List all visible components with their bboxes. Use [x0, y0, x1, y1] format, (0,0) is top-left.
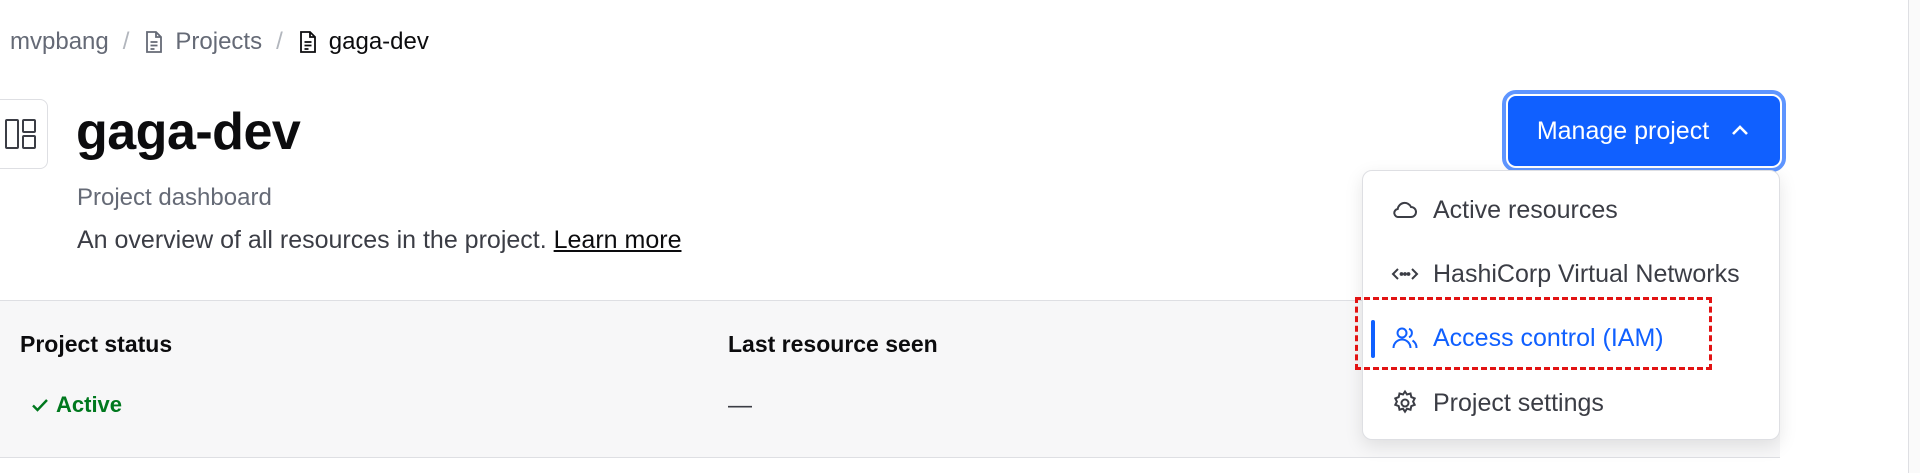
- learn-more-link[interactable]: Learn more: [554, 226, 682, 254]
- menu-item-label: HashiCorp Virtual Networks: [1433, 259, 1740, 288]
- gear-icon: [1393, 389, 1417, 414]
- project-dashboard-page: mvpbang / Projects / gaga-dev gaga-dev P…: [0, 0, 1920, 473]
- users-icon: [1392, 327, 1418, 349]
- layout-icon: [5, 119, 36, 149]
- network-icon: [1391, 268, 1419, 280]
- manage-project-label: Manage project: [1536, 116, 1710, 145]
- breadcrumb-projects-label: Projects: [175, 28, 263, 55]
- file-icon: [297, 30, 319, 54]
- page-description: An overview of all resources in the proj…: [77, 226, 681, 255]
- breadcrumb-current: gaga-dev: [297, 28, 429, 56]
- last-resource-column: Last resource seen —: [728, 331, 938, 420]
- chevron-up-icon: [1732, 125, 1749, 135]
- active-indicator: [1371, 320, 1375, 358]
- breadcrumb-projects[interactable]: Projects: [143, 28, 262, 56]
- status-badge: Active: [30, 392, 122, 418]
- sidebar-toggle-button[interactable]: [0, 99, 48, 169]
- scrollbar-track[interactable]: [1908, 0, 1920, 473]
- menu-item-virtual-networks[interactable]: HashiCorp Virtual Networks: [1363, 246, 1779, 302]
- menu-item-access-control[interactable]: Access control (IAM): [1363, 310, 1779, 366]
- page-title: gaga-dev: [76, 103, 301, 161]
- file-icon: [143, 30, 165, 54]
- breadcrumb-org-label: mvpbang: [10, 28, 109, 55]
- last-resource-label: Last resource seen: [728, 331, 938, 357]
- status-badge-label: Active: [56, 392, 123, 417]
- manage-project-menu: Active resources HashiCorp Virtual Netwo…: [1362, 170, 1780, 440]
- breadcrumb-org[interactable]: mvpbang: [10, 28, 109, 56]
- menu-item-project-settings[interactable]: Project settings: [1363, 375, 1779, 431]
- page-description-text: An overview of all resources in the proj…: [77, 226, 547, 254]
- breadcrumb-separator: /: [122, 28, 130, 55]
- page-subtitle: Project dashboard: [77, 184, 272, 211]
- menu-item-label: Active resources: [1433, 195, 1618, 224]
- menu-item-label: Access control (IAM): [1433, 323, 1664, 352]
- menu-item-label: Project settings: [1433, 388, 1604, 417]
- breadcrumb-separator: /: [276, 28, 283, 55]
- check-icon: [32, 399, 48, 412]
- breadcrumb-current-label: gaga-dev: [328, 28, 429, 55]
- last-resource-value: —: [728, 392, 752, 419]
- cloud-icon: [1393, 201, 1417, 219]
- menu-item-active-resources[interactable]: Active resources: [1363, 182, 1779, 238]
- breadcrumb: mvpbang / Projects / gaga-dev: [10, 28, 429, 56]
- project-status-label: Project status: [20, 331, 173, 357]
- project-status-column: Project status Active: [20, 331, 172, 420]
- manage-project-button[interactable]: Manage project: [1502, 90, 1786, 172]
